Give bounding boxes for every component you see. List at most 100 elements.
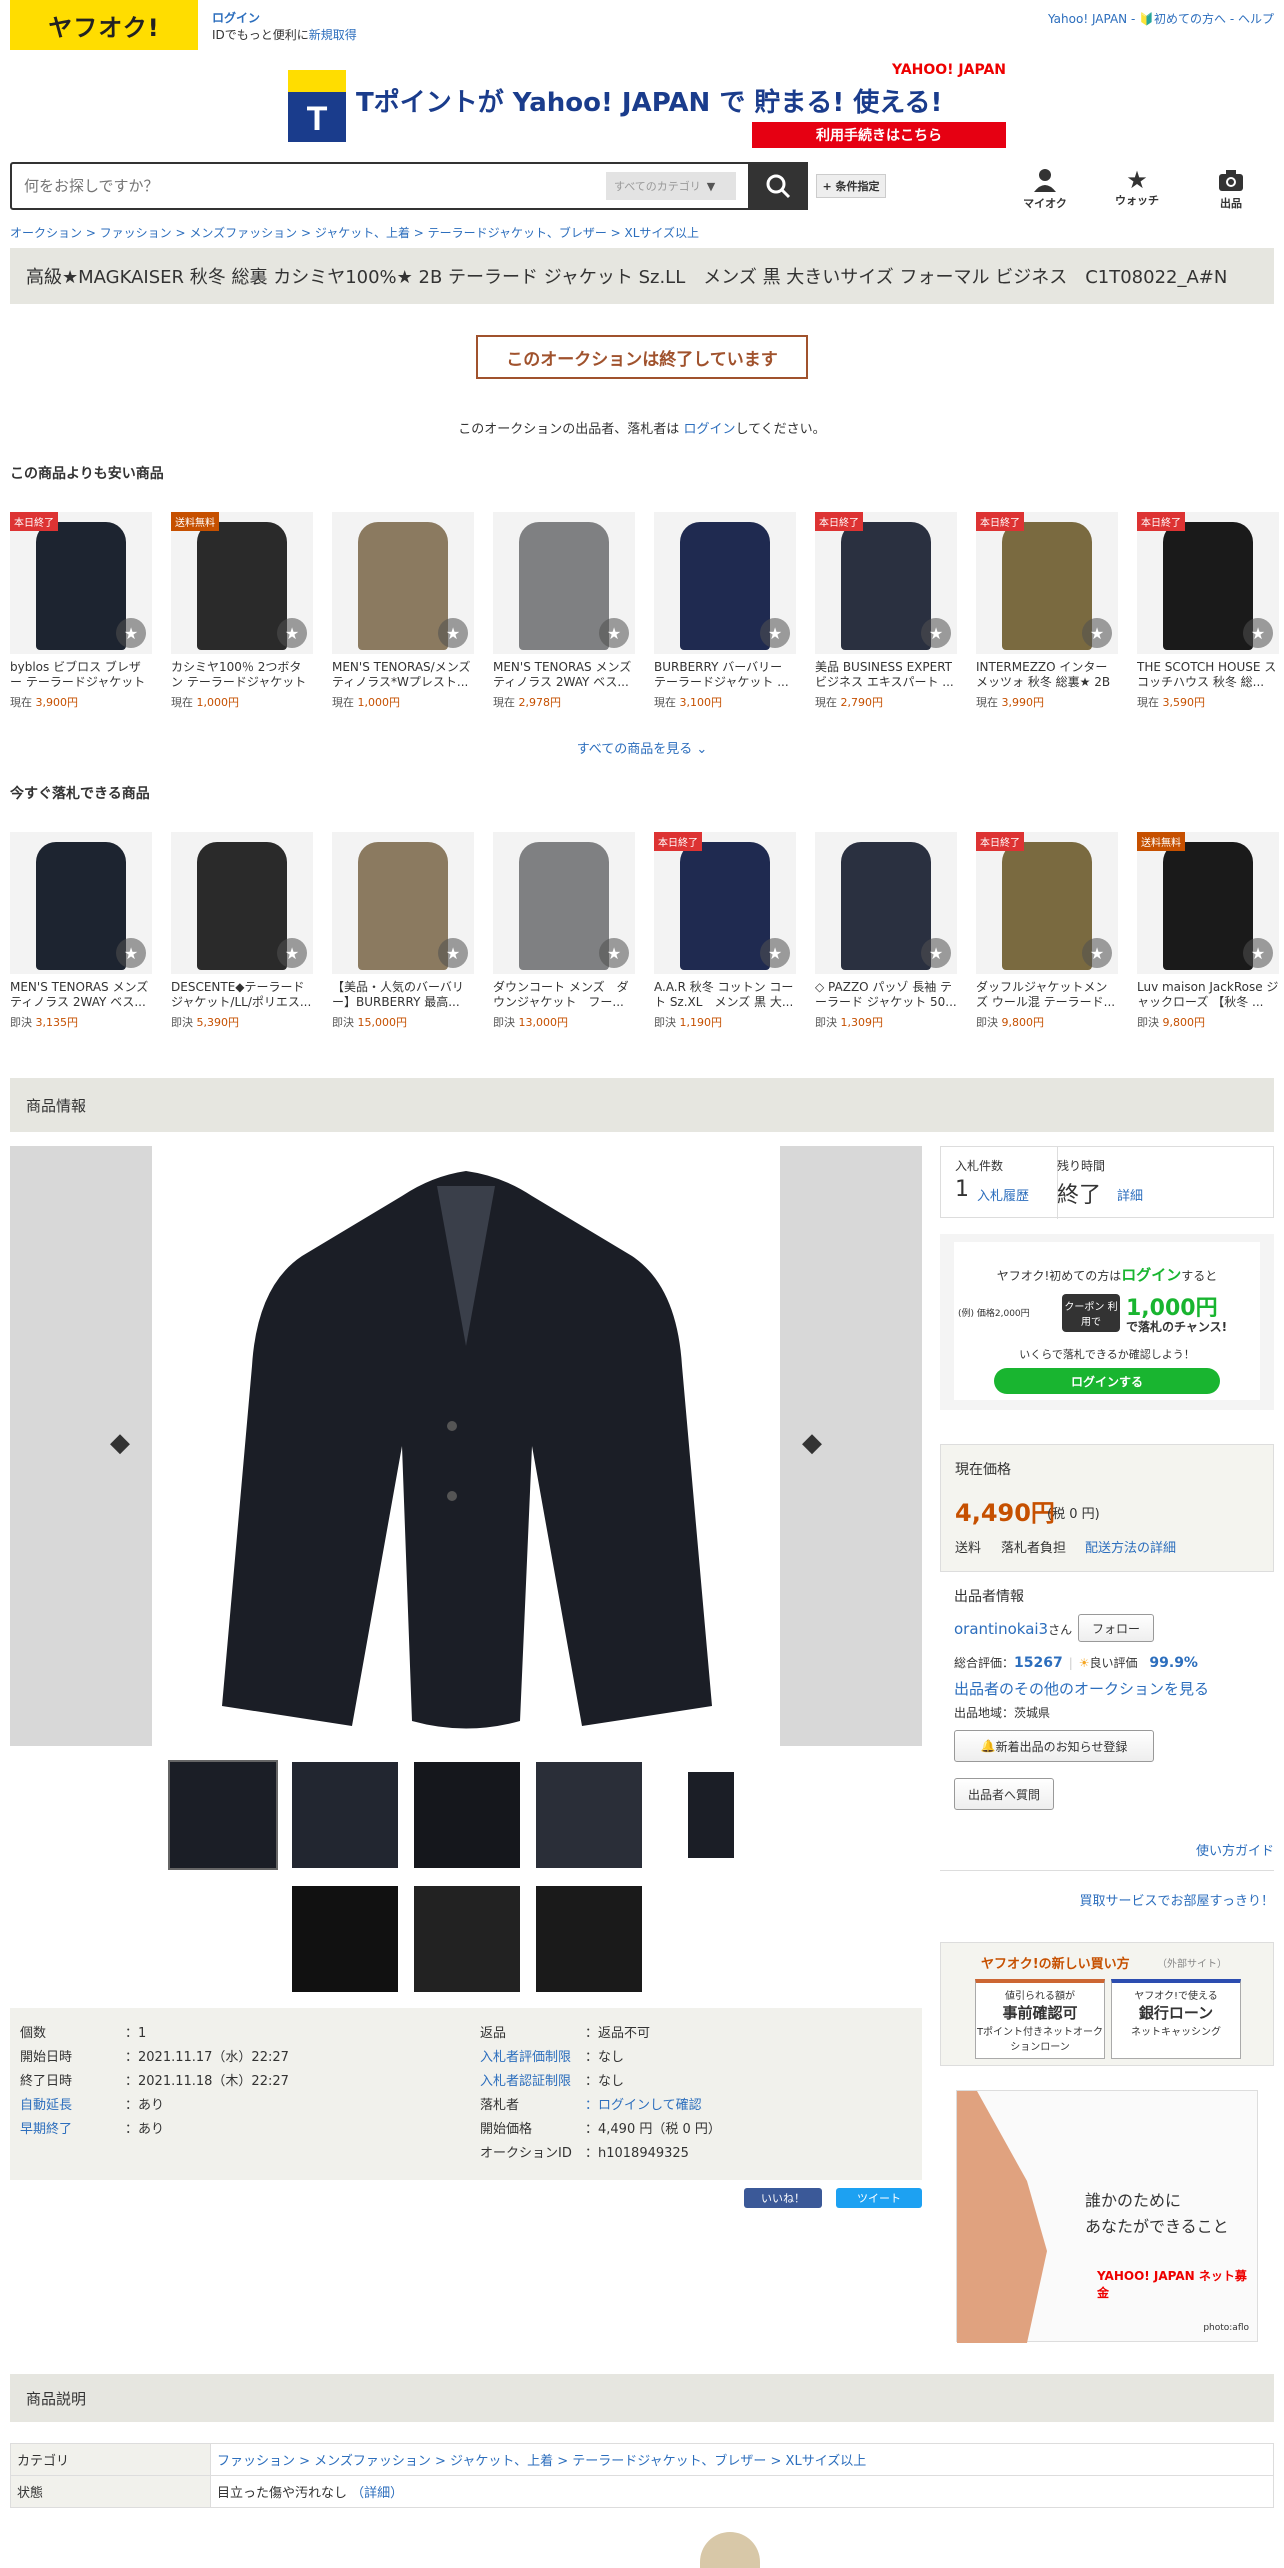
product-image[interactable]: ★ [332,512,474,654]
thumbnail-6[interactable] [292,1886,398,1992]
product-card[interactable]: 送料無料 ★ カシミヤ100％ 2つボタン テーラードジャケット ... 現在 … [171,512,313,710]
thumbnail-2[interactable] [292,1762,398,1868]
rating-link[interactable]: 15267 [1014,1655,1063,1671]
watch-star-icon[interactable]: ★ [116,938,146,968]
product-name[interactable]: MEN'S TENORAS/メンズティノラス*Wプレスト... [332,660,474,690]
product-card[interactable]: 本日終了 ★ THE SCOTCH HOUSE スコッチハウス 秋冬 総... … [1137,512,1279,710]
watch-star-icon[interactable]: ★ [1082,938,1112,968]
product-card[interactable]: ★ MEN'S TENORAS メンズティノラス 2WAY ベス... 現在 2… [493,512,635,710]
see-all-link[interactable]: すべての商品を見る ⌄ [0,738,1284,757]
new-listing-notify-button[interactable]: 🔔 新着出品のお知らせ登録 [954,1730,1154,1762]
watch-star-icon[interactable]: ★ [277,938,307,968]
watch-star-icon[interactable]: ★ [921,938,951,968]
next-arrow-icon[interactable]: ◆ [802,1428,822,1458]
product-card[interactable]: 本日終了 ★ ダッフルジャケットメンズ ウール混 テーラード... 即決 9,8… [976,832,1118,1030]
product-image[interactable]: ★ [493,512,635,654]
seller-other-auctions-link[interactable]: 出品者のその他のオークションを見る [954,1678,1209,1699]
product-name[interactable]: THE SCOTCH HOUSE スコッチハウス 秋冬 総... [1137,660,1279,690]
tweet-button[interactable]: ツイート [836,2188,922,2208]
spec-key[interactable]: 入札者認証制限 [480,2070,585,2089]
usage-guide-link[interactable]: 使い方ガイド [1196,1840,1274,1859]
product-image[interactable]: 本日終了 ★ [654,832,796,974]
facebook-like-button[interactable]: いいね！ [744,2188,822,2208]
sell-button[interactable]: 出品 [1196,168,1266,211]
watch-star-icon[interactable]: ★ [116,618,146,648]
product-image[interactable]: 送料無料 ★ [1137,832,1279,974]
product-card[interactable]: ★ MEN'S TENORAS/メンズティノラス*Wプレスト... 現在 1,0… [332,512,474,710]
spec-key[interactable]: 早期終了 [20,2118,125,2137]
yafuoku-logo[interactable]: ヤフオク! [10,0,198,50]
kaitori-link[interactable]: 買取サービスでお部屋すっきり！ [1080,1890,1274,1909]
thumbnail-5[interactable] [658,1762,764,1868]
conditions-button[interactable]: + 条件指定 [816,174,886,198]
watch-star-icon[interactable]: ★ [599,938,629,968]
good-rating-value[interactable]: 99.9% [1149,1655,1198,1671]
product-card[interactable]: 本日終了 ★ byblos ビブロス ブレザー テーラードジャケット ... 現… [10,512,152,710]
product-name[interactable]: ダウンコート メンズ ダウンジャケット フー... [493,980,635,1010]
watch-star-icon[interactable]: ★ [599,618,629,648]
product-card[interactable]: 本日終了 ★ INTERMEZZO インターメッツォ 秋冬 総裏★ 2B ...… [976,512,1118,710]
follow-button[interactable]: フォロー [1078,1614,1154,1642]
product-name[interactable]: INTERMEZZO インターメッツォ 秋冬 総裏★ 2B ... [976,660,1118,690]
product-name[interactable]: MEN'S TENORAS メンズティノラス 2WAY ベス... [493,660,635,690]
thumbnail-8[interactable] [536,1886,642,1992]
time-detail-link[interactable]: 詳細 [1117,1185,1143,1204]
main-product-image[interactable] [152,1146,780,1746]
prev-arrow-icon[interactable]: ◆ [110,1428,130,1458]
product-image[interactable]: 本日終了 ★ [10,512,152,654]
product-card[interactable]: ★ ◇ PAZZO パッゾ 長袖 テーラード ジャケット 50... 即決 1,… [815,832,957,1030]
watch-star-icon[interactable]: ★ [1243,618,1273,648]
product-name[interactable]: MEN'S TENORAS メンズティノラス 2WAY ベス... [10,980,152,1010]
product-card[interactable]: ★ ダウンコート メンズ ダウンジャケット フー... 即決 13,000円 [493,832,635,1030]
loan-card-bank[interactable]: ヤフオク!で使える 銀行ローン ネットキャッシング [1111,1979,1241,2059]
product-name[interactable]: 【美品・人気のバーバリー】BURBERRY 最高... [332,980,474,1010]
product-image[interactable]: 送料無料 ★ [171,512,313,654]
watch-star-icon[interactable]: ★ [1243,938,1273,968]
product-name[interactable]: A.A.R 秋冬 コットン コート Sz.XL メンズ 黒 大... [654,980,796,1010]
product-image[interactable]: ★ [815,832,957,974]
product-name[interactable]: ダッフルジャケットメンズ ウール混 テーラード... [976,980,1118,1010]
product-image[interactable]: ★ [10,832,152,974]
watch-button[interactable]: ★ ウォッチ [1102,168,1172,208]
product-card[interactable]: ★ BURBERRY バーバリー テーラードジャケット ... 現在 3,100… [654,512,796,710]
category-value-link[interactable]: ファッション > メンズファッション > ジャケット、上着 > テーラードジャケ… [210,2443,1274,2476]
shipping-detail-link[interactable]: 配送方法の詳細 [1085,1537,1176,1556]
watch-star-icon[interactable]: ★ [760,618,790,648]
spec-key[interactable]: 入札者評価制限 [480,2046,585,2065]
notice-login-link[interactable]: ログイン [683,422,735,437]
login-link[interactable]: ログイン [212,11,260,25]
tpoint-banner[interactable]: T Tポイントが Yahoo! JAPAN で 貯まる! 使える! YAHOO!… [286,62,1006,150]
watch-star-icon[interactable]: ★ [1082,618,1112,648]
product-name[interactable]: byblos ビブロス ブレザー テーラードジャケット ... [10,660,152,690]
bid-history-link[interactable]: 入札履歴 [977,1185,1029,1204]
product-image[interactable]: ★ [332,832,474,974]
product-card[interactable]: ★ DESCENTE◆テーラードジャケット/LL/ポリエス... 即決 5,39… [171,832,313,1030]
ad-donation[interactable]: 誰かのために あなたができること YAHOO! JAPAN ネット募金 phot… [956,2090,1258,2343]
product-image[interactable]: 本日終了 ★ [976,832,1118,974]
state-detail-link[interactable]: （詳細） [351,2486,403,2501]
product-image[interactable]: 本日終了 ★ [815,512,957,654]
product-image[interactable]: ★ [654,512,796,654]
myauction-button[interactable]: マイオク [1010,168,1080,211]
product-name[interactable]: BURBERRY バーバリー テーラードジャケット ... [654,660,796,690]
product-card[interactable]: ★ MEN'S TENORAS メンズティノラス 2WAY ベス... 即決 3… [10,832,152,1030]
product-name[interactable]: 美品 BUSINESS EXPERT ビジネス エキスパート ... [815,660,957,690]
watch-star-icon[interactable]: ★ [438,618,468,648]
product-name[interactable]: Luv maison JackRose ジャックローズ 【秋冬 ... [1137,980,1279,1010]
breadcrumb[interactable]: オークション > ファッション > メンズファッション > ジャケット、上着 >… [10,224,699,241]
thumbnail-1[interactable] [168,1760,278,1870]
product-image[interactable]: ★ [493,832,635,974]
search-input[interactable] [12,166,606,206]
seller-name-link[interactable]: orantinokai3 [954,1620,1048,1638]
product-name[interactable]: カシミヤ100％ 2つボタン テーラードジャケット ... [171,660,313,690]
spec-value[interactable]: ：ログインして確認 [585,2094,702,2113]
banner-cta[interactable]: 利用手続きはこちら [752,122,1006,148]
watch-star-icon[interactable]: ★ [438,938,468,968]
signup-link[interactable]: 新規取得 [309,28,357,42]
spec-key[interactable]: 自動延長 [20,2094,125,2113]
product-name[interactable]: DESCENTE◆テーラードジャケット/LL/ポリエス... [171,980,313,1010]
product-image[interactable]: 本日終了 ★ [976,512,1118,654]
product-name[interactable]: ◇ PAZZO パッゾ 長袖 テーラード ジャケット 50... [815,980,957,1010]
loan-card-auction[interactable]: 値引られる額が 事前確認可 Tポイント付きネットオークションローン [975,1979,1105,2059]
thumbnail-3[interactable] [414,1762,520,1868]
